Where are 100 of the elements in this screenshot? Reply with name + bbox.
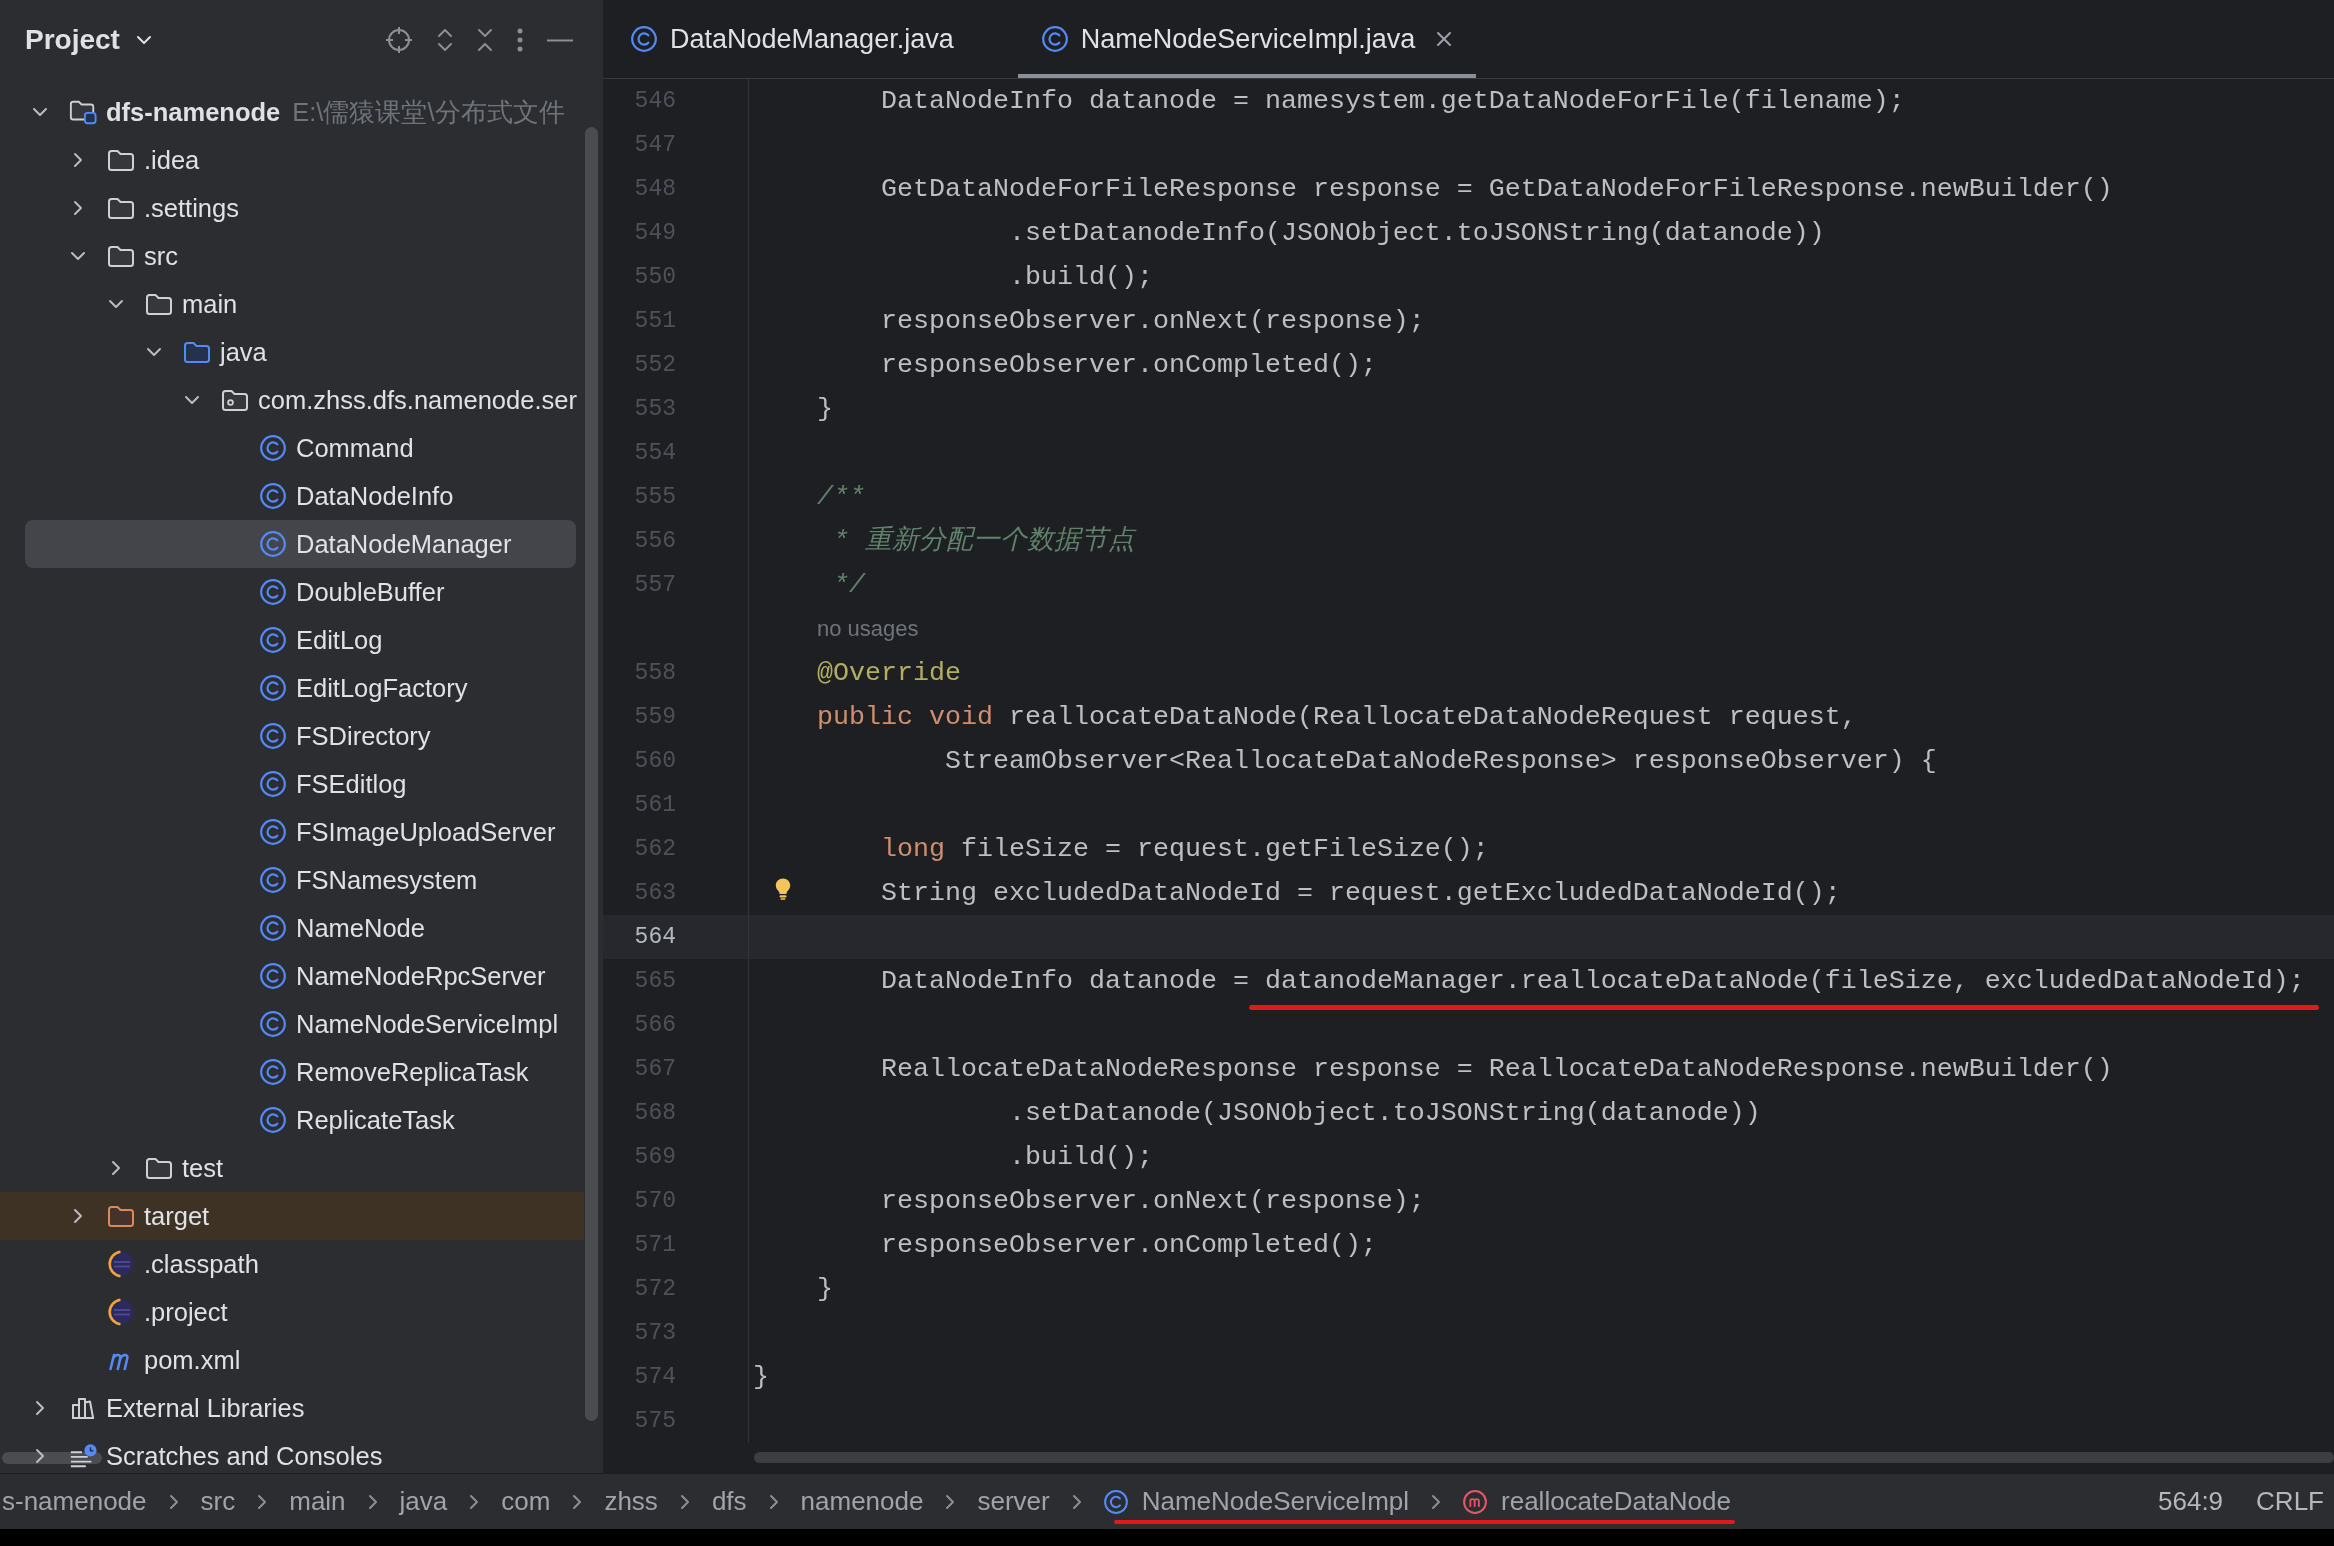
lightbulb-icon[interactable] [775,878,791,900]
tree-item[interactable]: EditLog [25,616,576,664]
code-line: StreamObserver<ReallocateDataNodeResponse> responseObserver) { [944,745,1937,778]
code-line: .setDatanode(JSONObject.toJSONString(datanode)) [1008,1097,1761,1130]
breadcrumb[interactable]: zhss [604,1486,658,1517]
class-icon [260,435,286,461]
code-line: * 重新分配一个数据节点 [833,524,1135,558]
scrollbar-thumb[interactable] [585,127,598,1421]
tree-item[interactable]: pom.xml [25,1336,576,1384]
tree-item[interactable]: EditLogFactory [25,664,576,712]
chevron-right-icon [945,1493,956,1510]
class-icon [260,531,286,557]
tree-item[interactable]: main [25,280,576,328]
close-icon[interactable] [1436,31,1453,47]
chevron-right-icon [168,1493,179,1510]
kebab-menu-icon[interactable] [517,28,523,52]
chevron-down-icon[interactable] [32,107,48,117]
chevron-down-icon[interactable] [184,395,200,405]
chevron-right-icon [768,1493,779,1510]
tree-item[interactable]: DataNodeManager [25,520,576,568]
editor-tab[interactable]: NameNodeServiceImpl.java [1017,0,1477,78]
class-icon [260,963,286,989]
tree-item[interactable]: Scratches and Consoles [25,1432,576,1473]
tree-item[interactable]: .classpath [25,1240,576,1288]
editor-tab[interactable]: DataNodeManager.java [607,0,978,78]
code-line: GetDataNodeForFileResponse response = GetDataNodeForFileResponse.newBuilder() [881,173,2113,206]
tree-item[interactable]: DoubleBuffer [25,568,576,616]
code-line: } [817,1273,833,1306]
breadcrumb[interactable]: dfs [711,1486,747,1517]
line-number: 564 [634,924,676,950]
breadcrumb[interactable]: src [200,1486,236,1517]
tree-item[interactable]: NameNodeRpcServer [25,952,576,1000]
tree-item[interactable]: .project [25,1288,576,1336]
tree-item[interactable]: src [25,232,576,280]
breadcrumb[interactable]: main [289,1486,346,1517]
class-icon [260,723,286,749]
tree-item[interactable]: ReplicateTask [25,1096,576,1144]
crescent-icon [107,1250,135,1278]
class-icon [260,915,286,941]
code-line: @Override [817,657,961,690]
tree-item[interactable]: NameNode [25,904,576,952]
tree-item[interactable]: dfs-namenode E:\儒猿课堂\分布式文件 [25,88,576,136]
module-folder-icon [69,99,97,125]
caret-position[interactable]: 564:9 [2158,1486,2224,1517]
tree-item[interactable]: DataNodeInfo [25,472,576,520]
breadcrumb[interactable]: reallocateDataNode [1463,1486,1731,1517]
crosshair-icon[interactable] [385,26,413,54]
tree-item[interactable]: External Libraries [25,1384,576,1432]
code-line: */ [833,569,865,602]
code-line: responseObserver.onCompleted(); [881,1229,1377,1262]
minimize-icon[interactable] [547,38,573,42]
chevron-right-icon [367,1493,378,1510]
tree-item[interactable]: FSImageUploadServer [25,808,576,856]
method-icon [1463,1489,1488,1514]
project-view-dropdown[interactable]: Project [25,24,152,56]
chevron-down-icon[interactable] [70,251,86,261]
chevron-right-icon[interactable] [35,1400,45,1416]
tree-item[interactable]: target [0,1192,584,1240]
class-icon [260,867,286,893]
chevron-down-icon[interactable] [108,299,124,309]
breadcrumb[interactable]: java [399,1486,448,1517]
folder-icon [107,196,135,220]
breadcrumb[interactable]: NameNodeServiceImpl [1103,1486,1410,1517]
scrollbar-thumb[interactable] [754,1452,2334,1463]
class-icon [260,627,286,653]
tree-item[interactable]: FSEditlog [25,760,576,808]
tree-item[interactable]: .settings [25,184,576,232]
collapse-icon[interactable] [477,27,493,53]
chevron-right-icon[interactable] [35,1448,45,1464]
chevron-right-icon[interactable] [73,152,83,168]
breadcrumb[interactable]: namenode [800,1486,924,1517]
tree-item[interactable]: FSNamesystem [25,856,576,904]
class-icon [1103,1489,1128,1514]
code-line: responseObserver.onNext(response); [881,305,1425,338]
code-line: /** [817,481,865,514]
chevron-right-icon [572,1493,583,1510]
tree-item[interactable]: test [25,1144,576,1192]
folder-icon [145,292,173,316]
tree-item[interactable]: RemoveReplicaTask [25,1048,576,1096]
tree-item[interactable]: Command [25,424,576,472]
breadcrumb[interactable]: s-namenode [2,1486,147,1517]
class-icon [260,1011,286,1037]
code-line: } [817,393,833,426]
chevron-right-icon[interactable] [111,1160,121,1176]
tree-item[interactable]: com.zhss.dfs.namenode.ser [25,376,577,424]
breadcrumb[interactable]: com [501,1486,551,1517]
folder-icon [107,244,135,268]
class-icon [260,675,286,701]
chevron-right-icon[interactable] [73,200,83,216]
breadcrumb[interactable]: server [977,1486,1050,1517]
class-icon [260,579,286,605]
chevron-down-icon[interactable] [146,347,162,357]
chevron-right-icon[interactable] [73,1208,83,1224]
tree-item[interactable]: NameNodeServiceImpl [25,1000,576,1048]
tree-item[interactable]: java [25,328,576,376]
library-icon [70,1396,96,1420]
expand-icon[interactable] [437,27,453,53]
line-separator[interactable]: CRLF [2256,1486,2324,1517]
tree-item[interactable]: FSDirectory [25,712,576,760]
tree-item[interactable]: .idea [25,136,576,184]
